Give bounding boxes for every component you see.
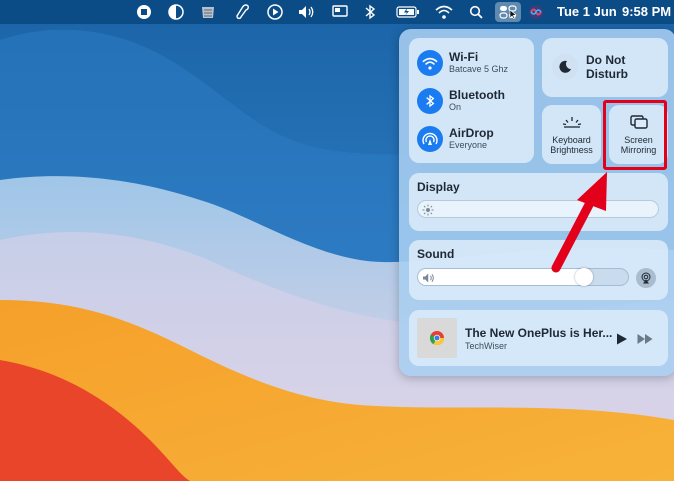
airplay-audio-button[interactable]	[636, 268, 656, 288]
bluetooth-icon[interactable]	[417, 88, 443, 114]
bluetooth-title: Bluetooth	[449, 88, 505, 102]
wifi-network-name: Batcave 5 Ghz	[449, 64, 509, 74]
display-icon[interactable]	[331, 3, 349, 21]
stack-icon[interactable]	[199, 3, 217, 21]
volume-slider-knob[interactable]	[575, 268, 593, 286]
keyboard-brightness-label-line2: Brightness	[550, 145, 593, 155]
sun-icon	[422, 203, 434, 221]
search-icon[interactable]	[467, 3, 485, 21]
volume-slider[interactable]	[417, 268, 629, 286]
screen-mirroring-highlight	[603, 100, 667, 170]
now-playing-title: The New OnePlus is Her...	[465, 326, 613, 340]
play-icon[interactable]	[616, 332, 628, 350]
bluetooth-icon[interactable]	[361, 3, 379, 21]
airdrop-title: AirDrop	[449, 126, 494, 140]
album-art	[417, 318, 457, 358]
network-tile: Wi-Fi Batcave 5 Ghz Bluetooth On AirDrop…	[409, 38, 534, 163]
display-tile: Display	[409, 173, 668, 231]
bluetooth-toggle[interactable]: Bluetooth On	[417, 86, 532, 116]
menu-bar: Tue 1 Jun 9:58 PM	[0, 0, 674, 24]
keyboard-brightness-label: Keyboard Brightness	[542, 135, 601, 155]
do-not-disturb-label: Do Not Disturb	[586, 53, 628, 81]
half-circle-icon[interactable]	[167, 3, 185, 21]
keyboard-brightness-tile[interactable]: Keyboard Brightness	[542, 105, 601, 164]
script-icon[interactable]	[234, 3, 252, 21]
control-center-panel: Wi-Fi Batcave 5 Ghz Bluetooth On AirDrop…	[399, 29, 674, 376]
display-brightness-slider[interactable]	[417, 200, 659, 218]
play-circle-icon[interactable]	[266, 3, 284, 21]
volume-icon[interactable]	[298, 3, 316, 21]
wifi-icon[interactable]	[417, 50, 443, 76]
stop-icon[interactable]	[135, 3, 153, 21]
keyboard-brightness-label-line1: Keyboard	[552, 135, 591, 145]
chrome-icon	[429, 331, 445, 346]
sound-title: Sound	[417, 247, 455, 261]
display-title: Display	[417, 180, 460, 194]
volume-slider-fill	[418, 269, 593, 285]
airdrop-toggle[interactable]: AirDrop Everyone	[417, 124, 532, 154]
fast-forward-icon[interactable]	[637, 332, 653, 350]
do-not-disturb-tile[interactable]: Do Not Disturb	[542, 38, 668, 97]
wifi-title: Wi-Fi	[449, 50, 479, 64]
now-playing-source: TechWiser	[465, 341, 508, 351]
speaker-icon	[422, 271, 436, 289]
battery-charging-icon[interactable]	[396, 3, 420, 21]
control-center-icon[interactable]	[495, 2, 521, 22]
siri-icon[interactable]	[527, 3, 545, 21]
now-playing-tile[interactable]: The New OnePlus is Her... TechWiser	[409, 310, 668, 366]
airdrop-icon[interactable]	[417, 126, 443, 152]
sound-tile: Sound	[409, 240, 668, 300]
bluetooth-status: On	[449, 102, 462, 112]
moon-icon	[552, 54, 578, 80]
menubar-date[interactable]: Tue 1 Jun	[557, 4, 617, 19]
keyboard-brightness-icon	[542, 112, 601, 132]
wifi-icon[interactable]	[435, 3, 453, 21]
airdrop-status: Everyone	[449, 140, 488, 150]
wifi-toggle[interactable]: Wi-Fi Batcave 5 Ghz	[417, 48, 532, 78]
menubar-time[interactable]: 9:58 PM	[622, 4, 671, 19]
airplay-audio-icon	[641, 272, 651, 284]
